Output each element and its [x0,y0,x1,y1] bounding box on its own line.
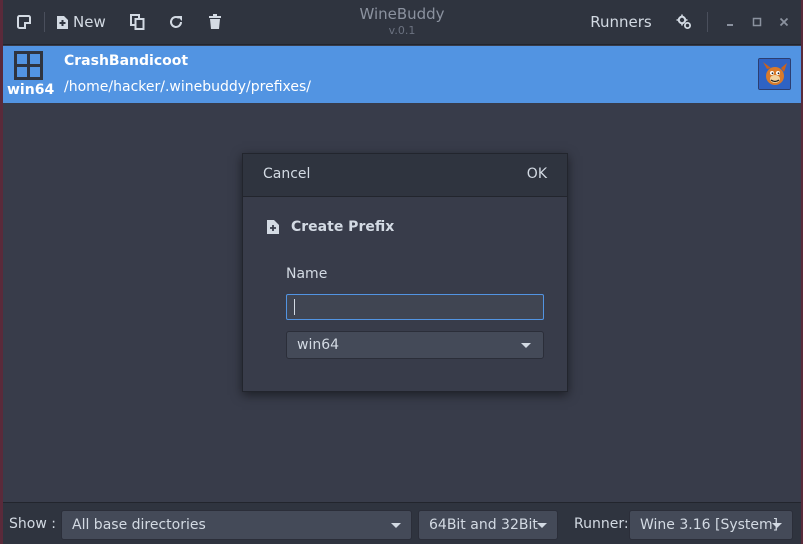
runners-button[interactable]: Runners [590,8,652,36]
close-button[interactable] [773,8,795,36]
chevron-down-icon [521,343,531,348]
chevron-down-icon [537,523,547,528]
bottom-bar: Show : All base directories 64Bit and 32… [3,502,801,544]
settings-icon [676,14,691,29]
runners-button-label: Runners [590,13,652,31]
create-prefix-dialog: Cancel OK Create Prefix Name win64 [242,153,568,392]
new-file-icon [267,220,279,234]
windows-icon [14,51,43,80]
close-icon [779,17,789,27]
prefix-arch-label: win64 [7,82,55,98]
crash-bandicoot-icon [758,58,791,90]
settings-button[interactable] [673,8,695,36]
chevron-down-icon [391,523,401,528]
arch-select[interactable]: win64 [286,331,544,359]
chevron-down-icon [772,523,782,528]
arch-select-value: win64 [297,337,340,353]
dialog-header: Cancel OK [243,154,567,197]
prefix-list-item[interactable]: win64 CrashBandicoot /home/hacker/.wineb… [3,46,801,103]
dialog-title: Create Prefix [291,219,395,235]
directories-select[interactable]: All base directories [61,510,412,540]
app-window: New WineBuddy v.0.1 Runners win64 CrashB… [0,0,803,544]
ok-button[interactable]: OK [527,166,547,182]
directories-select-value: All base directories [72,517,206,533]
text-caret [294,299,295,315]
name-label: Name [286,266,328,282]
prefix-name: CrashBandicoot [64,53,189,69]
runner-select[interactable]: Wine 3.16 [System] [629,510,793,540]
minimize-button[interactable] [719,8,741,36]
minimize-icon [727,24,733,26]
prefix-name-input[interactable] [286,294,544,320]
header-bar: New WineBuddy v.0.1 Runners [3,0,801,45]
header-separator [707,12,708,32]
show-label: Show : [9,516,56,532]
bitness-select-value: 64Bit and 32Bit [429,517,538,533]
maximize-icon [752,17,762,27]
runner-label: Runner: [574,516,629,532]
prefix-path: /home/hacker/.winebuddy/prefixes/ [64,79,312,95]
bitness-select[interactable]: 64Bit and 32Bit [418,510,558,540]
cancel-button[interactable]: Cancel [263,166,310,182]
maximize-button[interactable] [746,8,768,36]
runner-select-value: Wine 3.16 [System] [640,517,779,533]
